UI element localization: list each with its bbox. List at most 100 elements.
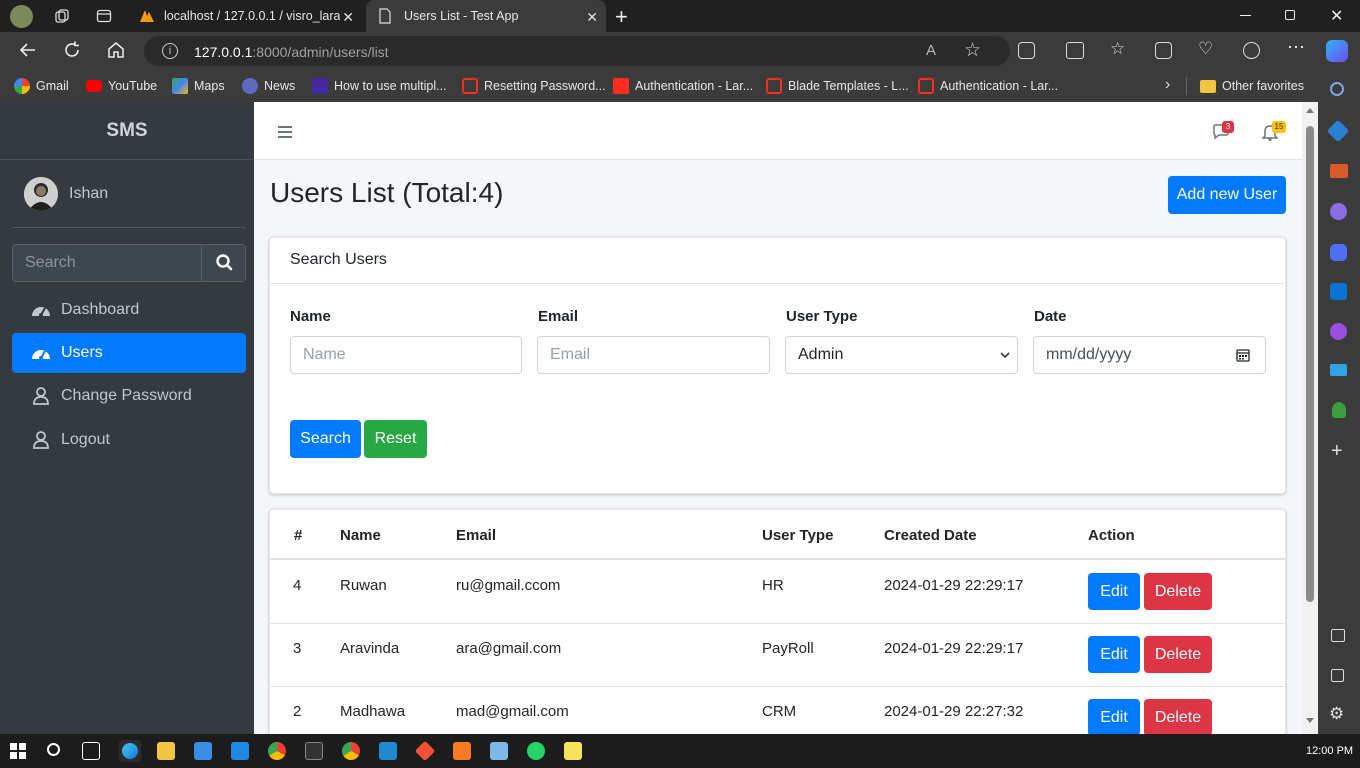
search-icon[interactable] <box>47 743 60 756</box>
file-explorer-icon[interactable] <box>157 742 175 760</box>
other-favorites[interactable]: Other favorites <box>1200 78 1304 94</box>
sidebar-search-button[interactable] <box>201 245 245 281</box>
minimize-icon[interactable] <box>1240 15 1251 16</box>
xampp-icon[interactable] <box>453 742 471 760</box>
sidebar-item-logout[interactable]: Logout <box>12 420 246 460</box>
close-tab-icon[interactable]: ✕ <box>586 9 598 26</box>
bookmark-authentication[interactable]: Authentication - Lar... <box>613 78 753 94</box>
more-menu-icon[interactable]: ⋯ <box>1287 37 1305 58</box>
browser-essentials-icon[interactable]: ♡ <box>1198 39 1213 59</box>
chrome-icon[interactable] <box>268 742 286 760</box>
page-scrollbar[interactable] <box>1302 102 1318 734</box>
copilot-icon[interactable] <box>1243 42 1260 59</box>
close-tab-icon[interactable]: ✕ <box>342 9 354 26</box>
bookmark-blade-templates[interactable]: Blade Templates - L... <box>766 78 909 94</box>
edge-copilot-icon[interactable] <box>1326 40 1348 62</box>
bookmark-youtube[interactable]: YouTube <box>86 78 157 94</box>
chrome-icon[interactable] <box>342 742 360 760</box>
hamburger-menu-icon[interactable] <box>278 126 292 138</box>
user-type-select[interactable]: Admin <box>785 336 1018 374</box>
refresh-icon[interactable] <box>62 40 82 60</box>
external-link-icon[interactable] <box>1331 669 1344 682</box>
workspaces-icon[interactable] <box>54 8 70 24</box>
messages-button[interactable]: 3 <box>1212 121 1234 142</box>
close-window-icon[interactable]: ✕ <box>1330 6 1343 26</box>
email-input[interactable] <box>537 336 770 374</box>
add-sidebar-app-icon[interactable]: + <box>1331 440 1343 463</box>
send-icon[interactable] <box>1330 364 1347 376</box>
whatsapp-icon[interactable] <box>527 742 545 760</box>
tree-icon[interactable] <box>1332 402 1346 418</box>
settings-gear-icon[interactable]: ⚙ <box>1329 704 1344 724</box>
task-view-icon[interactable] <box>82 742 100 760</box>
bookmark-multiple[interactable]: How to use multipl... <box>312 78 447 94</box>
home-icon[interactable] <box>106 40 126 60</box>
tab-actions-icon[interactable] <box>96 8 112 24</box>
delete-button[interactable]: Delete <box>1144 573 1212 610</box>
vscode-icon[interactable] <box>379 742 397 760</box>
edit-button[interactable]: Edit <box>1088 636 1140 673</box>
site-info-icon[interactable]: i <box>162 43 178 59</box>
bookmarks-bar: Gmail YouTube Maps News How to use multi… <box>0 70 1360 102</box>
hide-sidebar-icon[interactable] <box>1331 629 1345 642</box>
edit-button[interactable]: Edit <box>1088 573 1140 610</box>
read-aloud-icon[interactable]: A <box>926 42 936 59</box>
name-input[interactable] <box>290 336 522 374</box>
delete-button[interactable]: Delete <box>1144 699 1212 734</box>
back-icon[interactable] <box>18 40 38 60</box>
store-icon[interactable] <box>194 742 212 760</box>
bookmark-authentication-2[interactable]: Authentication - Lar... <box>918 78 1058 94</box>
edit-button[interactable]: Edit <box>1088 699 1140 734</box>
delete-button[interactable]: Delete <box>1144 636 1212 673</box>
new-tab-icon[interactable]: + <box>615 4 628 30</box>
phpmyadmin-icon <box>139 8 155 24</box>
tools-icon[interactable] <box>1330 164 1348 178</box>
mail-icon[interactable] <box>231 742 249 760</box>
sticky-notes-icon[interactable] <box>564 742 582 760</box>
git-icon[interactable] <box>414 740 436 762</box>
bookmark-resetting-password[interactable]: Resetting Password... <box>462 78 606 94</box>
favorite-star-icon[interactable]: ☆ <box>964 39 981 62</box>
tab-phpmyadmin[interactable]: localhost / 127.0.0.1 / visro_lara_ ✕ <box>130 0 362 32</box>
windows-start-icon[interactable] <box>10 743 26 759</box>
user-name[interactable]: Ishan <box>69 185 108 203</box>
search-icon[interactable] <box>1330 82 1344 96</box>
bookmark-maps[interactable]: Maps <box>172 78 225 94</box>
scroll-up-arrow-icon[interactable] <box>1306 108 1314 113</box>
sidebar-item-users[interactable]: Users <box>12 333 246 373</box>
sidebar-item-dashboard[interactable]: Dashboard <box>12 290 246 330</box>
bookmark-gmail[interactable]: Gmail <box>14 78 69 94</box>
extensions-icon[interactable] <box>1018 42 1035 59</box>
add-new-user-button[interactable]: Add new User <box>1168 176 1286 214</box>
shopping-tag-icon[interactable] <box>1326 119 1350 143</box>
designer-icon[interactable] <box>1330 323 1347 340</box>
search-button[interactable]: Search <box>290 420 361 458</box>
reset-button[interactable]: Reset <box>364 420 427 458</box>
copilot-sidebar-icon[interactable] <box>1330 244 1347 261</box>
notepad-icon[interactable] <box>490 742 508 760</box>
date-input[interactable]: mm/dd/yyyy <box>1033 336 1266 374</box>
tab-users-list[interactable]: Users List - Test App ✕ <box>366 0 606 32</box>
cell-created-date: 2024-01-29 22:27:32 <box>884 703 1024 720</box>
bookmark-news[interactable]: News <box>242 78 295 94</box>
column-header-user-type: User Type <box>762 527 834 544</box>
terminal-icon[interactable] <box>305 742 323 760</box>
games-icon[interactable] <box>1330 203 1347 220</box>
scrollbar-thumb[interactable] <box>1306 126 1314 602</box>
sidebar-search-input[interactable] <box>13 245 201 281</box>
sidebar-item-change-password[interactable]: Change Password <box>12 376 246 416</box>
brand-logo[interactable]: SMS <box>0 102 254 160</box>
outlook-icon[interactable] <box>1330 283 1347 300</box>
restore-icon[interactable] <box>1285 10 1295 20</box>
calendar-icon[interactable] <box>1236 348 1250 362</box>
collections-icon[interactable] <box>1155 42 1172 59</box>
split-screen-icon[interactable] <box>1066 42 1084 59</box>
more-bookmarks-chevron-icon[interactable]: › <box>1165 76 1170 94</box>
scroll-down-arrow-icon[interactable] <box>1306 718 1314 723</box>
address-bar[interactable]: i 127.0.0.1:8000/admin/users/list A ☆ <box>144 36 1010 66</box>
favorites-icon[interactable]: ☆ <box>1110 39 1125 59</box>
profile-avatar-icon[interactable] <box>10 5 33 28</box>
edge-taskbar-icon[interactable] <box>119 740 141 762</box>
clock[interactable]: 12:00 PM <box>1306 745 1353 757</box>
notifications-button[interactable]: 15 <box>1262 121 1286 142</box>
